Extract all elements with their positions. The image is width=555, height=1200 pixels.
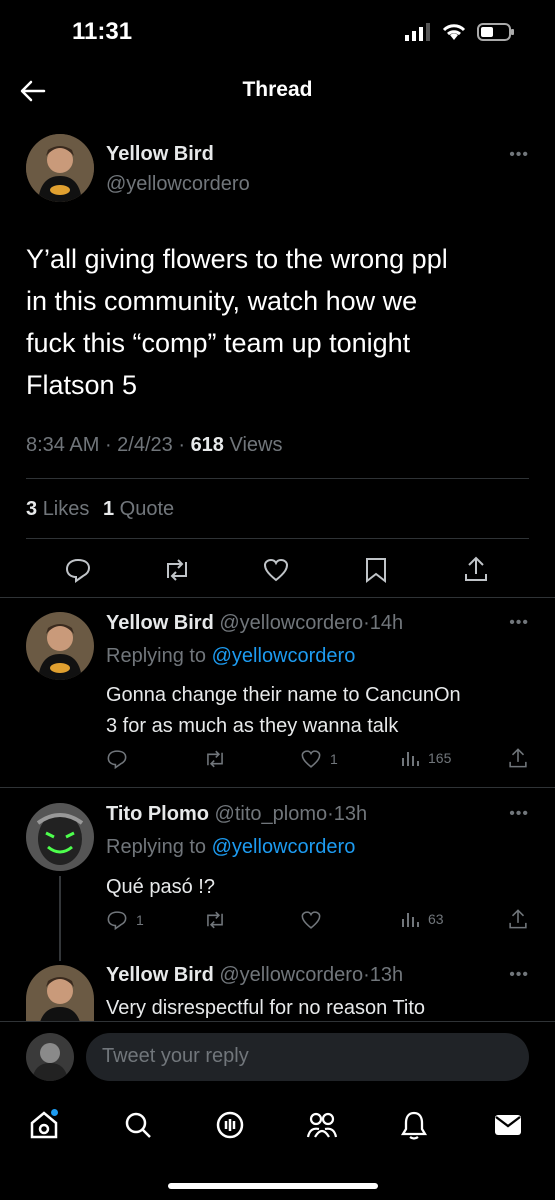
notification-dot bbox=[51, 1109, 58, 1116]
tweet-text: Y’all giving flowers to the wrong ppl in… bbox=[26, 238, 536, 406]
replying-handle-link[interactable]: @yellowcordero bbox=[212, 645, 356, 667]
reply-age: 13h bbox=[369, 964, 404, 986]
more-options-icon[interactable]: ••• bbox=[509, 146, 529, 164]
reply-text-line: 3 for as much as they wanna talk bbox=[106, 715, 399, 737]
share-icon[interactable] bbox=[462, 554, 490, 589]
spaces-icon[interactable] bbox=[210, 1105, 250, 1145]
share-icon[interactable] bbox=[507, 907, 529, 936]
divider bbox=[26, 538, 529, 539]
reply-header: Yellow Bird @yellowcordero·13h bbox=[106, 964, 404, 986]
avatar[interactable] bbox=[26, 965, 94, 1021]
reply-count: 1 bbox=[136, 912, 144, 928]
reply-author-handle[interactable]: @yellowcordero bbox=[219, 964, 363, 986]
analytics-icon bbox=[402, 913, 419, 927]
replying-to: Replying to @yellowcordero bbox=[106, 836, 355, 859]
tweet-text-line: Flatson 5 bbox=[26, 370, 138, 400]
share-icon[interactable] bbox=[507, 746, 529, 775]
tweet-text-line: fuck this “comp” team up tonight bbox=[26, 328, 411, 358]
divider bbox=[0, 787, 555, 788]
views-action[interactable]: 165 bbox=[400, 748, 451, 768]
search-icon[interactable] bbox=[118, 1105, 158, 1145]
reply-text: Qué pasó !? bbox=[106, 872, 215, 903]
status-icons bbox=[405, 22, 515, 42]
views-count: 165 bbox=[428, 750, 452, 766]
reply-text-line: Very disrespectful for no reason Tito bbox=[106, 997, 426, 1019]
analytics-icon bbox=[402, 752, 419, 766]
reply-author-handle[interactable]: @yellowcordero bbox=[219, 612, 363, 634]
reply-age: 13h bbox=[333, 803, 368, 825]
reply-text: Gonna change their name to CancunOn 3 fo… bbox=[106, 680, 461, 742]
like-icon[interactable] bbox=[262, 556, 290, 589]
engagement-stats: 3 Likes 1 Quote bbox=[26, 498, 174, 521]
likes-count[interactable]: 3 bbox=[26, 498, 37, 520]
quotes-label[interactable]: Quote bbox=[120, 498, 174, 520]
replying-to: Replying to @yellowcordero bbox=[106, 645, 355, 668]
replying-label: Replying to bbox=[106, 836, 207, 858]
reply-author-name[interactable]: Yellow Bird bbox=[106, 964, 214, 986]
thread-line bbox=[59, 876, 61, 961]
retweet-action[interactable] bbox=[203, 748, 227, 770]
reply-icon[interactable] bbox=[64, 556, 92, 589]
retweet-icon[interactable] bbox=[162, 556, 192, 589]
reply-header: Yellow Bird @yellowcordero·14h bbox=[106, 612, 404, 634]
my-avatar[interactable] bbox=[26, 1033, 74, 1081]
author-handle[interactable]: @yellowcordero bbox=[106, 173, 250, 196]
author-name[interactable]: Yellow Bird bbox=[106, 143, 214, 166]
reply-action[interactable] bbox=[106, 748, 136, 770]
views-action[interactable]: 63 bbox=[400, 909, 444, 929]
reply-text-line: Gonna change their name to CancunOn bbox=[106, 684, 461, 706]
tweet-meta: 8:34 AM · 2/4/23 · 618 Views bbox=[26, 434, 283, 456]
tweet-date: 2/4/23 bbox=[117, 434, 173, 456]
reply-input[interactable]: Tweet your reply bbox=[86, 1033, 529, 1081]
reply-header: Tito Plomo @tito_plomo·13h bbox=[106, 803, 368, 825]
avatar[interactable] bbox=[26, 803, 94, 871]
communities-icon[interactable] bbox=[302, 1105, 342, 1145]
retweet-icon bbox=[207, 750, 223, 768]
reply-author-handle[interactable]: @tito_plomo bbox=[215, 803, 328, 825]
signal-icon bbox=[405, 23, 430, 41]
notifications-bell-icon[interactable] bbox=[394, 1105, 434, 1145]
reply-icon bbox=[107, 911, 127, 931]
retweet-action[interactable] bbox=[203, 909, 227, 931]
like-icon bbox=[301, 750, 321, 768]
home-icon[interactable] bbox=[24, 1105, 64, 1145]
replying-label: Replying to bbox=[106, 645, 207, 667]
battery-icon bbox=[477, 23, 514, 41]
reply-text: Very disrespectful for no reason Tito bbox=[106, 994, 425, 1020]
messages-icon[interactable] bbox=[488, 1105, 528, 1145]
tweet-text-line: Y’all giving flowers to the wrong ppl bbox=[26, 244, 448, 274]
divider bbox=[26, 478, 529, 479]
bookmark-icon[interactable] bbox=[364, 556, 388, 589]
quotes-count[interactable]: 1 bbox=[103, 498, 114, 520]
views-label: Views bbox=[229, 434, 283, 456]
avatar[interactable] bbox=[26, 612, 94, 680]
avatar[interactable] bbox=[26, 134, 94, 202]
reply-text-line: Qué pasó !? bbox=[106, 876, 215, 898]
more-options-icon[interactable]: ••• bbox=[509, 805, 529, 823]
more-options-icon[interactable]: ••• bbox=[509, 614, 529, 632]
reply-action[interactable]: 1 bbox=[106, 909, 144, 931]
like-icon bbox=[301, 911, 321, 929]
views-count: 618 bbox=[190, 434, 224, 456]
like-action[interactable] bbox=[300, 909, 330, 931]
wifi-icon bbox=[442, 24, 466, 40]
like-action[interactable]: 1 bbox=[300, 748, 338, 770]
reply-icon bbox=[107, 750, 127, 770]
retweet-icon bbox=[207, 911, 223, 929]
divider bbox=[0, 597, 555, 598]
reply-author-name[interactable]: Tito Plomo bbox=[106, 803, 209, 825]
more-options-icon[interactable]: ••• bbox=[509, 966, 529, 984]
home-indicator bbox=[168, 1183, 378, 1189]
tweet-time: 8:34 AM bbox=[26, 434, 100, 456]
reply-age: 14h bbox=[369, 612, 404, 634]
reply-input-placeholder: Tweet your reply bbox=[102, 1045, 249, 1067]
replying-handle-link[interactable]: @yellowcordero bbox=[212, 836, 356, 858]
likes-label[interactable]: Likes bbox=[43, 498, 90, 520]
tweet-text-line: in this community, watch how we bbox=[26, 286, 418, 316]
views-count: 63 bbox=[428, 911, 444, 927]
like-count: 1 bbox=[330, 751, 338, 767]
reply-author-name[interactable]: Yellow Bird bbox=[106, 612, 214, 634]
status-time: 11:31 bbox=[72, 18, 133, 45]
page-title: Thread bbox=[242, 78, 313, 101]
